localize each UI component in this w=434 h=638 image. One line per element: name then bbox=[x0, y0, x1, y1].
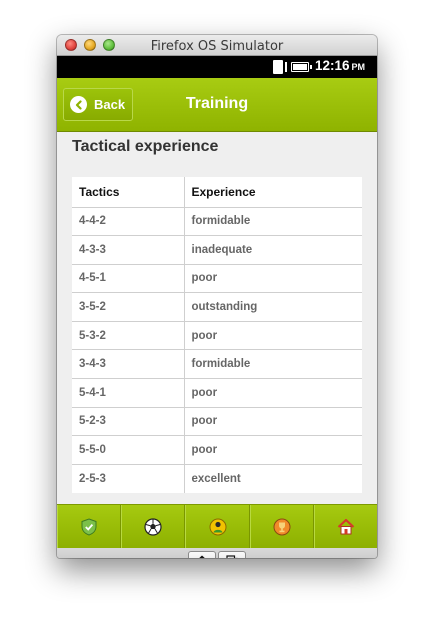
simulator-window: Firefox OS Simulator 12:16 PM Back Traini… bbox=[57, 35, 377, 558]
tab-shield[interactable] bbox=[57, 505, 122, 548]
section-title: Tactical experience bbox=[72, 138, 219, 155]
table-row: 5-3-2 poor bbox=[72, 320, 362, 350]
tab-home[interactable] bbox=[313, 505, 377, 548]
experience-cell: outstanding bbox=[184, 292, 362, 322]
tab-ball[interactable] bbox=[121, 505, 186, 548]
tactics-table: Tactics Experience 4-4-2 formidable 4-3-3 i… bbox=[72, 177, 362, 493]
table-row: 5-2-3 poor bbox=[72, 406, 362, 436]
experience-cell: formidable bbox=[184, 206, 362, 236]
table-row: 5-5-0 poor bbox=[72, 435, 362, 465]
tactic-cell: 5-5-0 bbox=[72, 435, 185, 465]
column-header-tactics: Tactics bbox=[72, 177, 185, 207]
tactic-cell: 5-4-1 bbox=[72, 378, 185, 408]
experience-cell: poor bbox=[184, 320, 362, 350]
tab-bar bbox=[57, 504, 377, 548]
tab-trophy[interactable] bbox=[249, 505, 314, 548]
tactic-cell: 4-5-1 bbox=[72, 263, 185, 293]
tactic-cell: 2-5-3 bbox=[72, 463, 185, 493]
home-icon bbox=[337, 518, 355, 534]
hardware-home-button[interactable] bbox=[188, 551, 216, 558]
windows-icon bbox=[226, 555, 238, 558]
hardware-windows-button[interactable] bbox=[218, 551, 246, 558]
table-row: 3-5-2 outstanding bbox=[72, 292, 362, 322]
status-bar: 12:16 PM bbox=[57, 56, 377, 78]
home-icon bbox=[199, 555, 205, 558]
table-row: 3-4-3 formidable bbox=[72, 349, 362, 379]
minimize-window-button[interactable] bbox=[84, 39, 96, 51]
close-window-button[interactable] bbox=[65, 39, 77, 51]
simulator-hardware-bar bbox=[57, 548, 377, 558]
trophy-icon bbox=[273, 518, 291, 535]
experience-cell: poor bbox=[184, 263, 362, 293]
main-content: Tactical experience Tactics Experience 4… bbox=[57, 132, 377, 504]
page-title: Training bbox=[185, 95, 249, 112]
tactic-cell: 5-2-3 bbox=[72, 406, 185, 436]
tactic-cell: 5-3-2 bbox=[72, 320, 185, 350]
window-titlebar: Firefox OS Simulator bbox=[57, 35, 377, 56]
shield-icon bbox=[81, 517, 97, 536]
table-header-row: Tactics Experience bbox=[72, 177, 362, 207]
player-icon bbox=[209, 518, 226, 535]
table-row: 5-4-1 poor bbox=[72, 378, 362, 408]
tab-player[interactable] bbox=[185, 505, 250, 548]
column-header-experience: Experience bbox=[191, 184, 256, 199]
experience-cell: inadequate bbox=[184, 235, 362, 265]
app-header: Back Training bbox=[57, 78, 377, 132]
table-row: 4-4-2 formidable bbox=[72, 206, 362, 236]
experience-cell: formidable bbox=[184, 349, 362, 379]
clock-time: 12:16 bbox=[315, 58, 350, 73]
tactic-cell: 4-4-2 bbox=[72, 206, 185, 236]
maximize-window-button[interactable] bbox=[103, 39, 115, 51]
battery-icon bbox=[291, 62, 312, 72]
status-clock: 12:16 PM bbox=[315, 58, 365, 73]
experience-cell: excellent bbox=[184, 463, 362, 493]
table-row: 2-5-3 excellent bbox=[72, 463, 362, 493]
tactic-cell: 3-5-2 bbox=[72, 292, 185, 322]
sim-card-icon bbox=[273, 60, 287, 74]
tactic-cell: 4-3-3 bbox=[72, 235, 185, 265]
experience-cell: poor bbox=[184, 378, 362, 408]
experience-cell: poor bbox=[184, 435, 362, 465]
table-row: 4-5-1 poor bbox=[72, 263, 362, 293]
clock-ampm: PM bbox=[351, 62, 366, 72]
table-row: 4-3-3 inadequate bbox=[72, 235, 362, 265]
tactic-cell: 3-4-3 bbox=[72, 349, 185, 379]
soccer-ball-icon bbox=[144, 517, 162, 536]
window-title: Firefox OS Simulator bbox=[150, 39, 284, 54]
experience-cell: poor bbox=[184, 406, 362, 436]
